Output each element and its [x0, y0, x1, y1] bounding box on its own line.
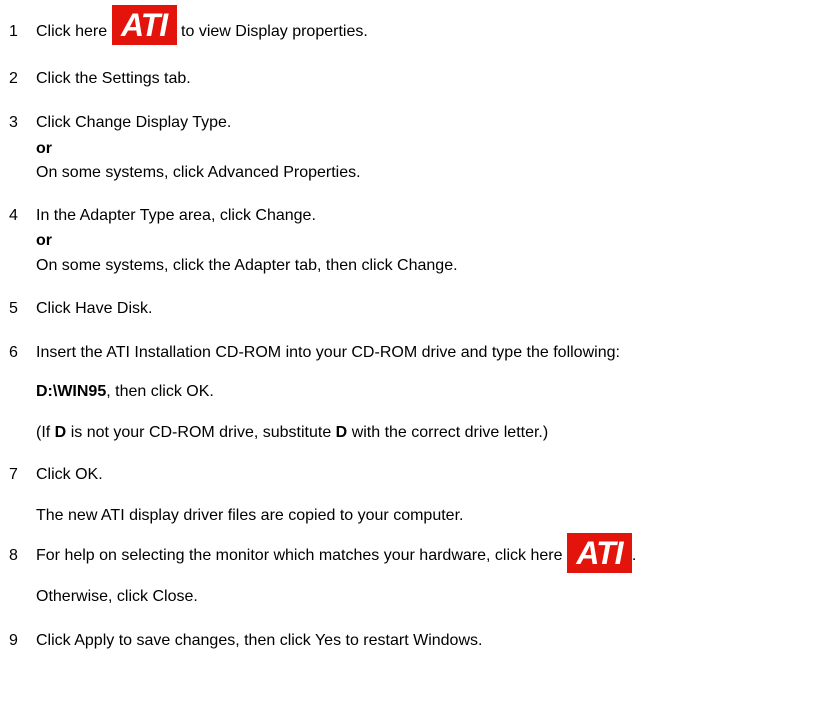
step-2: 2 Click the Settings tab.	[9, 69, 191, 89]
step-9: 9 Click Apply to save changes, then click…	[9, 631, 482, 651]
drive-letter: D	[54, 424, 67, 441]
step-text: to view Display properties.	[181, 23, 368, 40]
step-text: In the Adapter Type area, click Change.	[36, 207, 316, 224]
step-1: 1 Click here ATI to view Display properti…	[9, 5, 368, 45]
step-number: 9	[9, 632, 18, 649]
step-text: Click Have Disk.	[36, 300, 153, 317]
step-number: 7	[9, 466, 18, 483]
path-rest: , then click OK.	[106, 383, 214, 400]
step-5: 5 Click Have Disk.	[9, 299, 152, 319]
step-8: 8 For help on selecting the monitor which…	[9, 533, 637, 573]
step-text: Click OK.	[36, 466, 103, 483]
step-alt-text: On some systems, click Advanced Properti…	[36, 164, 361, 181]
or-label: or	[36, 140, 52, 157]
step-number: 6	[9, 344, 18, 361]
step-text: Click Change Display Type.	[36, 114, 232, 131]
path-code: D:\WIN95	[36, 383, 107, 400]
step-number: 2	[9, 70, 18, 87]
step-number: 5	[9, 300, 18, 317]
note-text: with the correct drive letter.)	[351, 424, 549, 441]
or-label: or	[36, 232, 52, 249]
drive-letter: D	[335, 424, 348, 441]
step-number: 1	[9, 23, 18, 40]
step-text: For help on selecting the monitor which …	[36, 547, 563, 564]
step-sub-text: Otherwise, click Close.	[36, 588, 198, 605]
step-period: .	[631, 547, 637, 564]
note-text: (If	[36, 424, 51, 441]
step-number: 8	[9, 547, 18, 564]
step-7: 7 Click OK.	[9, 465, 103, 485]
ati-logo-text: ATI	[121, 7, 168, 43]
step-text: Click Apply to save changes, then click …	[36, 632, 483, 649]
step-text: Click the Settings tab.	[36, 70, 191, 87]
path-line: D:\WIN95, then click OK.	[36, 382, 214, 402]
step-4: 4 In the Adapter Type area, click Change.	[9, 206, 316, 226]
note-text: is not your CD-ROM drive, substitute	[70, 424, 332, 441]
ati-logo-icon[interactable]: ATI	[111, 5, 177, 45]
step-sub-text: The new ATI display driver files are cop…	[36, 507, 464, 524]
step-3: 3 Click Change Display Type.	[9, 113, 231, 133]
step-number: 4	[9, 207, 18, 224]
step-6: 6 Insert the ATI Installation CD-ROM into…	[9, 343, 620, 363]
ati-logo-text: ATI	[576, 535, 623, 571]
step-text: Click here	[36, 23, 108, 40]
step-number: 3	[9, 114, 18, 131]
step-text: Insert the ATI Installation CD-ROM into …	[36, 344, 620, 361]
ati-logo-icon[interactable]: ATI	[566, 533, 632, 573]
drive-note: (If D is not your CD-ROM drive, substitu…	[36, 423, 548, 443]
step-alt-text: On some systems, click the Adapter tab, …	[36, 257, 458, 274]
instructions-page: { "steps": [ {"num": "1", "before": "Cli…	[0, 0, 815, 719]
